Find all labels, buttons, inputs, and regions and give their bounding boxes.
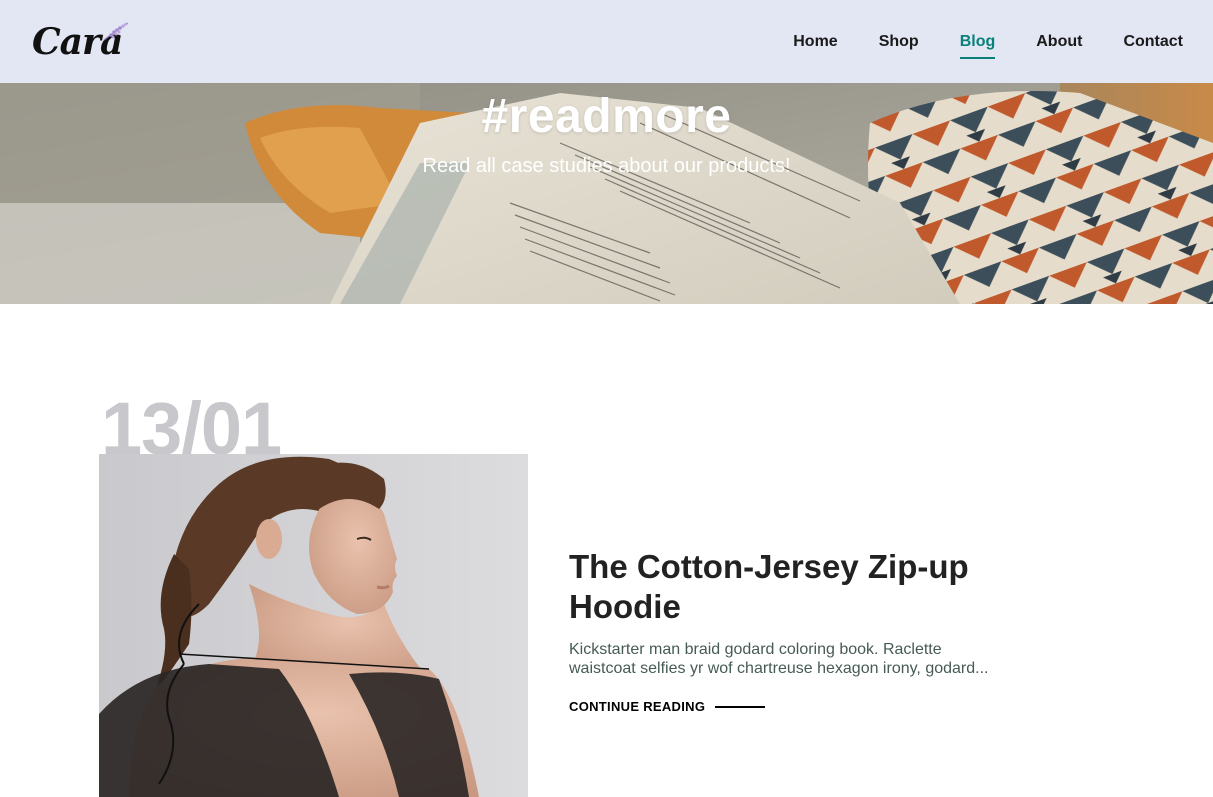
- site-header: Cara Home Shop Blog About Contact: [0, 0, 1213, 83]
- nav-blog[interactable]: Blog: [959, 29, 995, 59]
- hero-banner: #readmore Read all case studies about ou…: [0, 83, 1213, 304]
- post-photo-woman: [99, 454, 528, 797]
- post-title[interactable]: The Cotton-Jersey Zip-up Hoodie: [569, 547, 1009, 627]
- nav-contact[interactable]: Contact: [1123, 29, 1183, 55]
- continue-reading-label: CONTINUE READING: [569, 699, 706, 714]
- post-excerpt: Kickstarter man braid godard coloring bo…: [569, 641, 989, 677]
- continue-reading-line: [715, 705, 766, 708]
- nav-about[interactable]: About: [1036, 29, 1082, 55]
- hero-subtitle: Read all case studies about our products…: [422, 155, 791, 177]
- nav-home[interactable]: Home: [793, 29, 837, 55]
- post-image[interactable]: [99, 454, 528, 797]
- logo[interactable]: Cara: [32, 20, 129, 64]
- main-nav: Home Shop Blog About Contact: [752, 29, 1183, 59]
- lavender-sprig-icon: [103, 21, 129, 40]
- continue-reading-link[interactable]: CONTINUE READING: [569, 699, 766, 714]
- hero-title: #readmore: [481, 90, 732, 143]
- nav-shop[interactable]: Shop: [879, 29, 919, 55]
